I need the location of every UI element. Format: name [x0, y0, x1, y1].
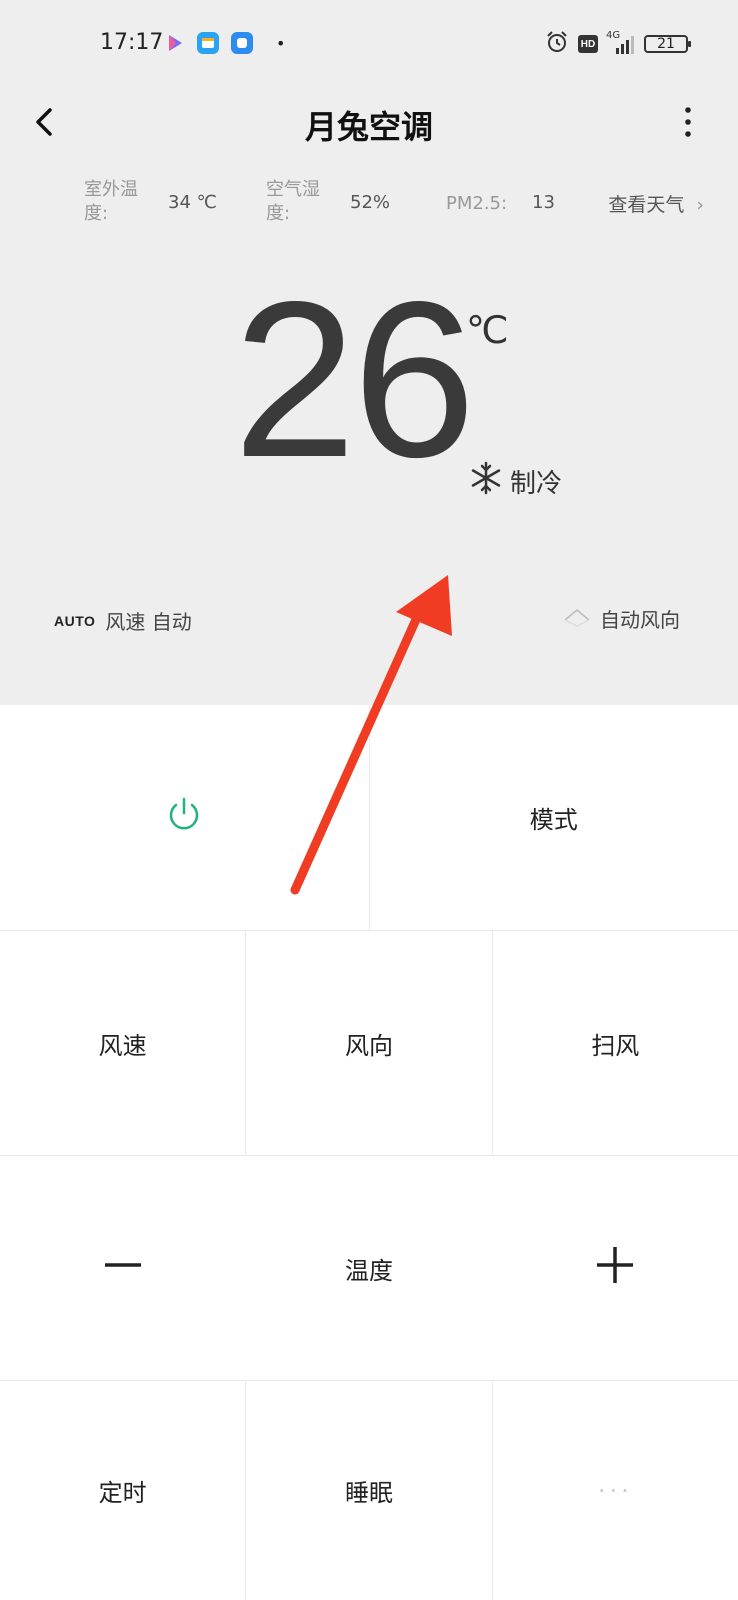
sweep-button[interactable]: 扫风 — [493, 931, 738, 1155]
power-icon — [164, 795, 204, 841]
minus-icon — [103, 1245, 143, 1291]
pm25-label: PM2.5: — [446, 193, 508, 214]
status-time: 17:17 — [100, 30, 164, 55]
app-header: 月兔空调 — [0, 90, 738, 160]
chevron-right-icon: › — [696, 194, 704, 216]
page-title: 月兔空调 — [304, 108, 433, 146]
fan-direction-button[interactable]: 风向 — [246, 931, 493, 1155]
swing-status-text: 自动风向 — [600, 608, 680, 632]
fan-speed-button[interactable]: 风速 — [0, 931, 247, 1155]
more-button[interactable]: ··· — [493, 1381, 738, 1600]
status-bar: 17:17 • HD 4G 21 — [0, 24, 738, 64]
temperature-label: 温度 — [345, 1256, 393, 1285]
fan-status-text: 风速 自动 — [105, 610, 192, 634]
mode-button[interactable]: 模式 — [370, 705, 738, 930]
outdoor-temp-label: 室外温度: — [84, 179, 138, 224]
pm25-value: 13 — [532, 192, 555, 213]
notification-dot-icon: • — [276, 34, 286, 53]
power-button[interactable] — [0, 705, 370, 930]
fan-auto-badge: AUTO — [54, 612, 96, 629]
mode-label: 制冷 — [510, 469, 563, 499]
environment-info: 室外温度: 34 ℃ 空气湿度: 52% PM2.5: 13 查看天气 › — [0, 178, 738, 230]
control-row-4: 定时 睡眠 ··· — [0, 1380, 738, 1600]
humidity-value: 52% — [350, 192, 391, 213]
control-row-3: 温度 — [0, 1155, 738, 1380]
swing-direction-icon — [562, 604, 592, 633]
alarm-icon — [544, 29, 570, 59]
hd-badge: HD — [578, 35, 598, 53]
view-weather-link[interactable]: 查看天气 › — [608, 190, 704, 217]
swing-status: 自动风向 — [562, 604, 680, 633]
temp-decrease-button[interactable] — [0, 1156, 246, 1380]
humidity-label: 空气湿度: — [266, 179, 320, 224]
sleep-button[interactable]: 睡眠 — [246, 1381, 493, 1600]
battery-icon: 21 — [644, 35, 691, 53]
signal-icon: 4G — [606, 30, 636, 56]
outdoor-temp-value: 34 ℃ — [168, 192, 217, 213]
control-row-2: 风速 风向 扫风 — [0, 930, 738, 1155]
wallet-app-icon — [197, 32, 219, 54]
snowflake-icon — [468, 460, 504, 503]
fan-status: AUTO 风速 自动 — [54, 606, 192, 635]
more-options-icon[interactable] — [678, 104, 698, 140]
control-row-1: 模式 — [0, 705, 738, 930]
plus-icon — [595, 1245, 635, 1291]
temperature-unit: ℃ — [466, 308, 509, 352]
timer-button[interactable]: 定时 — [0, 1381, 247, 1600]
notes-app-icon — [231, 32, 253, 54]
status-right: HD 4G 21 — [544, 29, 691, 59]
temperature-value: 26 — [233, 256, 476, 504]
control-panel: 模式 风速 风向 扫风 温度 定时 睡眠 ··· — [0, 705, 738, 1600]
temp-increase-button[interactable] — [492, 1156, 738, 1380]
play-store-icon — [164, 32, 186, 54]
view-weather-label: 查看天气 — [608, 194, 685, 216]
mode-indicator: 制冷 — [468, 460, 562, 503]
